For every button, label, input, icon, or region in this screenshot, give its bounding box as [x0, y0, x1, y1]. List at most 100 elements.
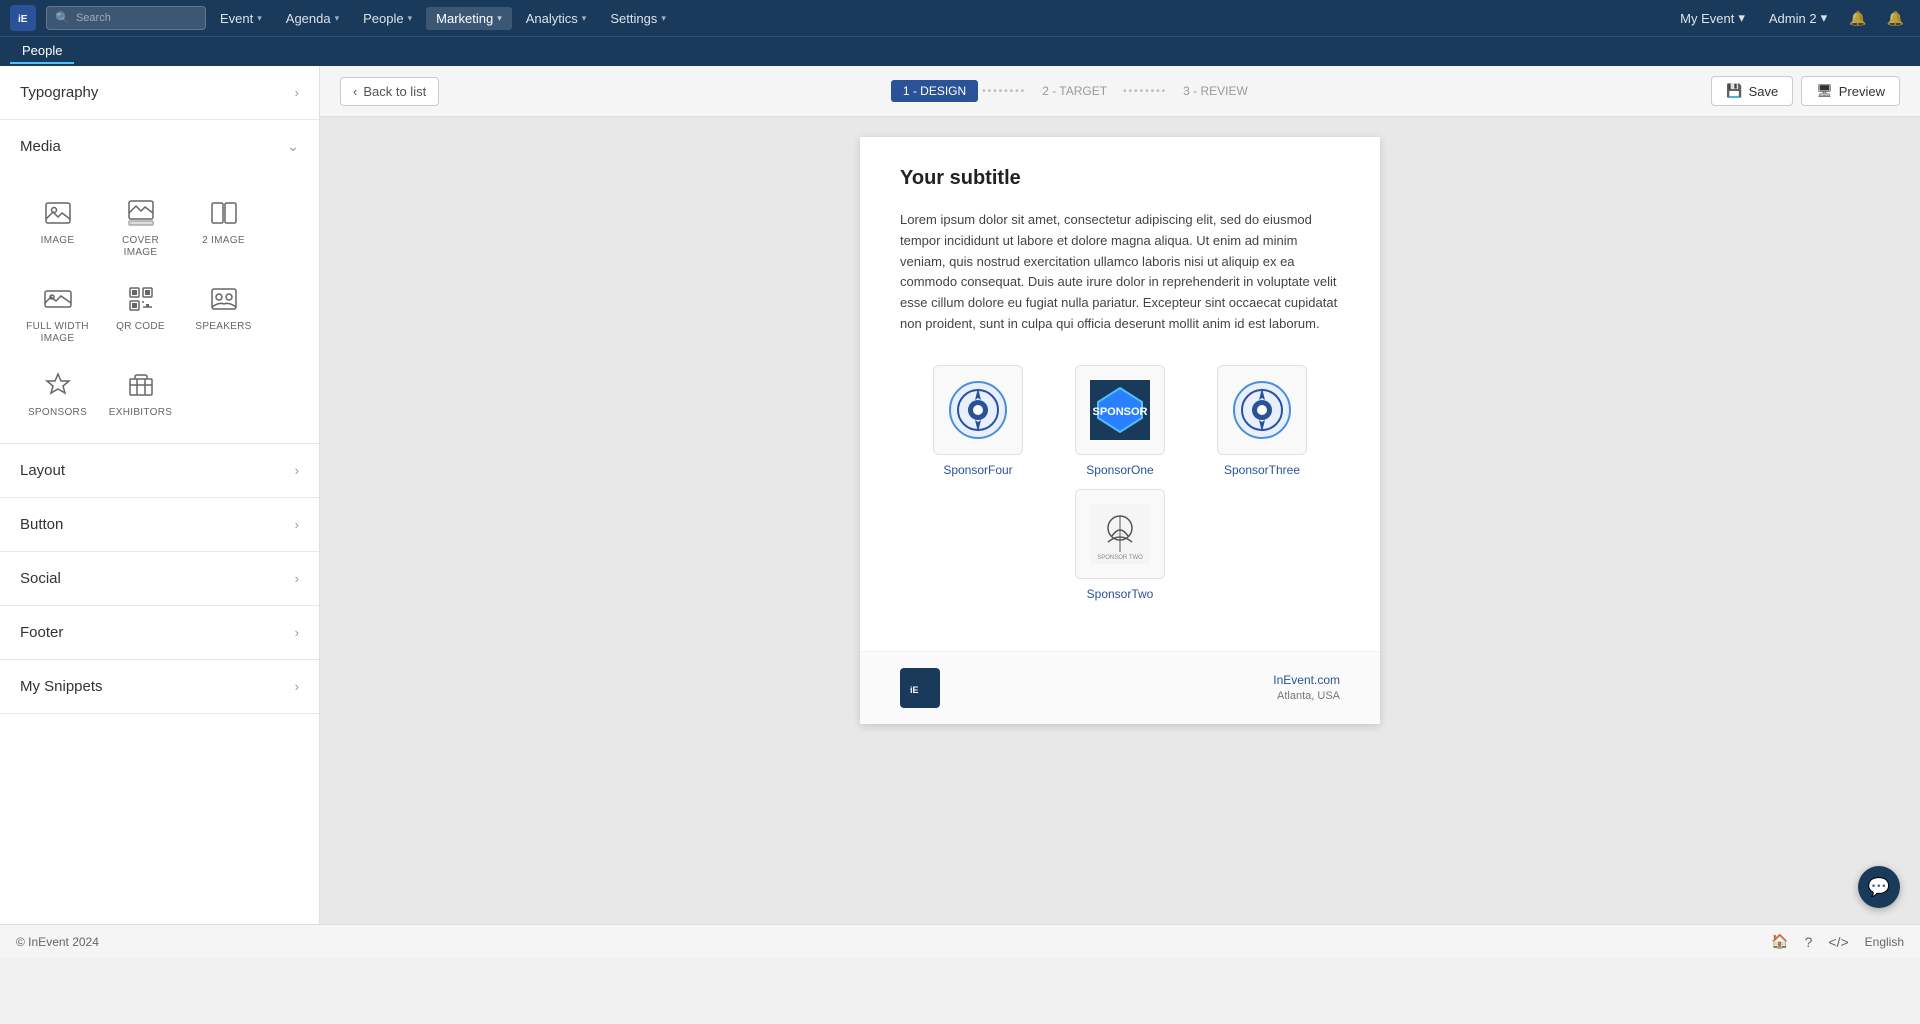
email-body: Your subtitle Lorem ipsum dolor sit amet…	[860, 137, 1380, 651]
list-item[interactable]: SponsorThree	[1197, 365, 1327, 477]
sponsor-two-name: SponsorTwo	[1087, 587, 1154, 601]
media-item-exhibitors[interactable]: EXHIBITORS	[103, 361, 178, 427]
my-snippets-header[interactable]: My Snippets ›	[0, 660, 319, 713]
my-event-dropdown[interactable]: My Event ▾	[1672, 6, 1753, 30]
media-grid: IMAGE COVER IMAGE	[20, 189, 299, 427]
nav-agenda[interactable]: Agenda ▾	[276, 7, 349, 30]
step-design[interactable]: 1 - DESIGN	[891, 80, 978, 102]
media-header[interactable]: Media ⌄	[0, 120, 319, 173]
sponsor-three-name: SponsorThree	[1224, 463, 1300, 477]
search-placeholder: Search	[76, 12, 111, 24]
sidebar-section-typography: Typography ›	[0, 66, 319, 120]
step-target-label: 2 - TARGET	[1030, 80, 1119, 102]
back-to-list-button[interactable]: ‹ Back to list	[340, 77, 439, 106]
chevron-right-icon: ›	[295, 463, 299, 478]
preview-button[interactable]: 🖥 Preview	[1801, 76, 1900, 106]
svg-text:SPONSOR: SPONSOR	[1092, 406, 1147, 418]
chevron-down-icon: ▾	[1738, 10, 1745, 26]
cover-image-icon	[125, 197, 157, 229]
step-target[interactable]: 2 - TARGET	[1030, 80, 1119, 102]
main-editor: ‹ Back to list 1 - DESIGN •••••••• 2 - T…	[320, 66, 1920, 958]
code-icon[interactable]: </>	[1828, 934, 1848, 950]
language-selector[interactable]: English	[1865, 935, 1904, 949]
search-icon: 🔍	[55, 11, 70, 25]
footer-website[interactable]: InEvent.com	[1273, 673, 1340, 687]
chevron-down-icon: ▾	[1821, 10, 1828, 26]
svg-text:iE: iE	[18, 14, 28, 25]
search-input[interactable]: 🔍 Search	[46, 6, 206, 30]
chevron-right-icon: ›	[295, 679, 299, 694]
layout-header[interactable]: Layout ›	[0, 444, 319, 497]
step-dots-1: ••••••••	[982, 86, 1026, 97]
nav-event[interactable]: Event ▾	[210, 7, 272, 30]
sponsor-two-logo: SPONSOR TWO	[1075, 489, 1165, 579]
social-header[interactable]: Social ›	[0, 552, 319, 605]
svg-text:iE: iE	[910, 685, 919, 695]
media-item-cover-image[interactable]: COVER IMAGE	[103, 189, 178, 267]
list-item[interactable]: SponsorFour	[913, 365, 1043, 477]
people-tab[interactable]: People	[10, 39, 74, 64]
step-review[interactable]: 3 - REVIEW	[1171, 80, 1260, 102]
chevron-down-icon: ▾	[582, 13, 587, 24]
exhibitors-icon	[125, 369, 157, 401]
image-icon	[42, 197, 74, 229]
chevron-right-icon: ›	[295, 85, 299, 100]
sidebar-section-my-snippets: My Snippets ›	[0, 660, 319, 714]
sponsor-four-logo	[933, 365, 1023, 455]
sponsor-three-logo	[1217, 365, 1307, 455]
editor-actions: 💾 Save 🖥 Preview	[1711, 76, 1900, 106]
media-item-image[interactable]: IMAGE	[20, 189, 95, 267]
sponsor-one-logo: SPONSOR	[1075, 365, 1165, 455]
help-icon[interactable]: ?	[1805, 934, 1813, 950]
steps-bar: 1 - DESIGN •••••••• 2 - TARGET •••••••• …	[455, 80, 1695, 102]
home-icon[interactable]: 🏠	[1771, 933, 1788, 950]
media-items: IMAGE COVER IMAGE	[0, 173, 319, 443]
notification-icon[interactable]: 🔔	[1843, 6, 1872, 31]
chevron-right-icon: ›	[295, 517, 299, 532]
sponsors-grid: SponsorFour SPONSOR Sponso	[900, 365, 1340, 477]
full-width-image-icon	[42, 283, 74, 315]
step-design-label: 1 - DESIGN	[891, 80, 978, 102]
preview-icon: 🖥	[1816, 83, 1833, 99]
media-item-full-width-image[interactable]: FULL WIDTH IMAGE	[20, 275, 95, 353]
save-button[interactable]: 💾 Save	[1711, 76, 1793, 106]
sidebar-section-footer: Footer ›	[0, 606, 319, 660]
chevron-left-icon: ‹	[353, 84, 357, 99]
footer-header[interactable]: Footer ›	[0, 606, 319, 659]
admin-dropdown[interactable]: Admin 2 ▾	[1761, 6, 1835, 30]
list-item[interactable]: SPONSOR TWO SponsorTwo	[1055, 489, 1185, 601]
sponsor-one-name: SponsorOne	[1086, 463, 1153, 477]
sidebar-section-media: Media ⌄ IMAGE	[0, 120, 319, 444]
two-image-icon	[208, 197, 240, 229]
chevron-down-icon: ⌄	[287, 138, 299, 155]
media-item-sponsors[interactable]: SPONSORS	[20, 361, 95, 427]
save-icon: 💾	[1726, 83, 1742, 99]
media-item-qr-code[interactable]: QR CODE	[103, 275, 178, 353]
nav-people[interactable]: People ▾	[353, 7, 422, 30]
sidebar-section-layout: Layout ›	[0, 444, 319, 498]
secondary-navigation: People	[0, 36, 1920, 66]
bell-icon[interactable]: 🔔	[1881, 6, 1910, 31]
list-item[interactable]: SPONSOR SponsorOne	[1055, 365, 1185, 477]
speakers-icon	[208, 283, 240, 315]
top-navigation: iE 🔍 Search Event ▾ Agenda ▾ People ▾ Ma…	[0, 0, 1920, 36]
chevron-down-icon: ▾	[497, 13, 502, 24]
chat-bubble[interactable]: 💬	[1858, 866, 1900, 908]
chat-icon: 💬	[1868, 877, 1890, 898]
button-header[interactable]: Button ›	[0, 498, 319, 551]
nav-settings[interactable]: Settings ▾	[600, 7, 676, 30]
chevron-down-icon: ▾	[408, 13, 413, 24]
typography-header[interactable]: Typography ›	[0, 66, 319, 119]
media-item-speakers[interactable]: SPEAKERS	[186, 275, 261, 353]
copyright: © InEvent 2024	[16, 935, 99, 949]
chevron-down-icon: ▾	[257, 13, 262, 24]
sponsors-section: SponsorFour SPONSOR Sponso	[900, 365, 1340, 601]
sponsor-four-name: SponsorFour	[943, 463, 1012, 477]
email-footer: iE InEvent.com Atlanta, USA	[860, 651, 1380, 724]
status-bar-right: 🏠 ? </> English	[1771, 933, 1904, 950]
nav-marketing[interactable]: Marketing ▾	[426, 7, 512, 30]
media-item-2-image[interactable]: 2 IMAGE	[186, 189, 261, 267]
step-review-label: 3 - REVIEW	[1171, 80, 1260, 102]
nav-analytics[interactable]: Analytics ▾	[516, 7, 597, 30]
chevron-down-icon: ▾	[335, 13, 340, 24]
